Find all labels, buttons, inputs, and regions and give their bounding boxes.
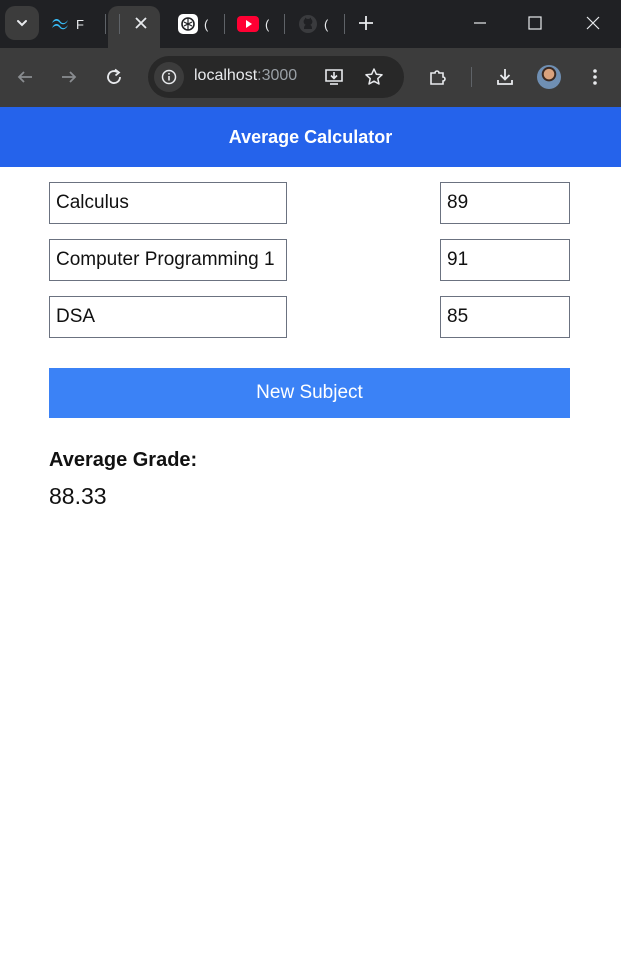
- browser-tabstrip: F ( ( (: [0, 0, 621, 48]
- tab-separator: [284, 14, 285, 34]
- new-subject-button[interactable]: New Subject: [49, 368, 570, 418]
- close-icon: [586, 16, 600, 30]
- tab-chatgpt[interactable]: (: [178, 6, 208, 42]
- tab-separator: [105, 14, 106, 34]
- reload-icon: [107, 68, 121, 84]
- subject-grade-input[interactable]: [440, 182, 570, 224]
- subject-name-input[interactable]: [49, 296, 287, 338]
- minimize-button[interactable]: [465, 8, 495, 38]
- install-app-icon[interactable]: [324, 68, 344, 86]
- page-title: Average Calculator: [228, 126, 393, 147]
- close-icon[interactable]: [134, 16, 148, 30]
- toolbar-divider: [471, 67, 472, 87]
- profile-avatar[interactable]: [537, 65, 561, 89]
- url-host: localhost: [194, 67, 258, 84]
- tab-title: (: [324, 16, 328, 32]
- forward-button[interactable]: [54, 62, 84, 92]
- subject-name-input[interactable]: [49, 182, 287, 224]
- more-vertical-icon: [593, 69, 597, 85]
- menu-button[interactable]: [580, 62, 610, 92]
- url-text[interactable]: localhost:3000: [194, 67, 297, 85]
- github-icon: [299, 15, 317, 33]
- tab-youtube[interactable]: (: [237, 6, 269, 42]
- plus-icon: [359, 16, 373, 30]
- chevron-down-icon: [17, 20, 27, 27]
- subject-row: [49, 182, 570, 224]
- openai-icon: [178, 14, 198, 34]
- tab-separator: [344, 14, 345, 34]
- average-grade-label: Average Grade:: [49, 449, 198, 471]
- puzzle-icon: [430, 70, 446, 85]
- subject-grade-input[interactable]: [440, 239, 570, 281]
- tab-title: F: [76, 16, 84, 32]
- new-tab-button[interactable]: [351, 8, 381, 38]
- subject-row: [49, 239, 570, 281]
- arrow-left-icon: [17, 71, 32, 83]
- tab-title: (: [204, 16, 208, 32]
- tailwind-icon: [52, 18, 68, 30]
- extensions-button[interactable]: [423, 62, 453, 92]
- tab-github[interactable]: (: [298, 6, 328, 42]
- info-icon: [161, 69, 177, 85]
- back-button[interactable]: [10, 62, 40, 92]
- tab-active[interactable]: [108, 6, 160, 48]
- subject-name-input[interactable]: [49, 239, 287, 281]
- tab-title: (: [265, 16, 269, 32]
- app-header: Average Calculator: [0, 107, 621, 167]
- close-window-button[interactable]: [578, 8, 608, 38]
- url-port: :3000: [257, 67, 298, 84]
- reload-button[interactable]: [99, 62, 129, 92]
- address-bar[interactable]: localhost:3000: [148, 56, 404, 98]
- downloads-button[interactable]: [490, 62, 520, 92]
- browser-toolbar: localhost:3000: [0, 48, 621, 107]
- download-icon: [497, 69, 513, 85]
- average-grade-value: 88.33: [49, 483, 107, 509]
- subject-row: [49, 296, 570, 338]
- minimize-icon: [474, 22, 486, 24]
- tab-tailwind[interactable]: F: [50, 6, 84, 42]
- tab-separator: [224, 14, 225, 34]
- site-info-button[interactable]: [154, 62, 184, 92]
- tab-search-button[interactable]: [5, 6, 39, 40]
- tab-separator: [119, 14, 120, 34]
- subject-grade-input[interactable]: [440, 296, 570, 338]
- maximize-icon: [528, 16, 542, 30]
- arrow-right-icon: [62, 71, 77, 83]
- youtube-icon: [237, 16, 259, 32]
- star-icon[interactable]: [364, 67, 384, 87]
- maximize-button[interactable]: [520, 8, 550, 38]
